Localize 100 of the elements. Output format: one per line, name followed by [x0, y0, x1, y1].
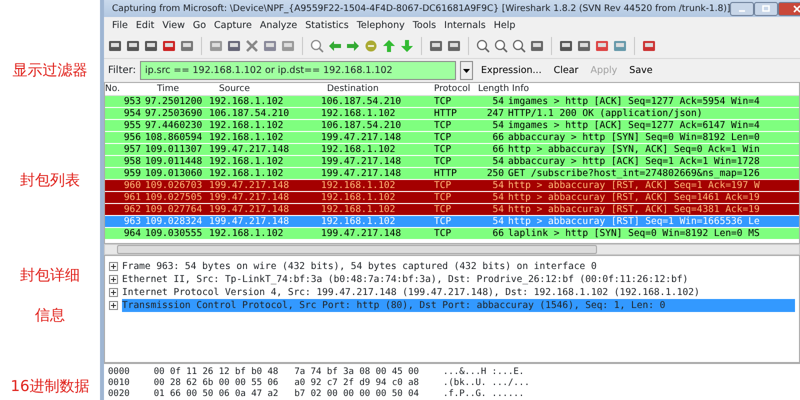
menu-item[interactable]: Capture [210, 17, 256, 34]
normal-size-icon[interactable] [512, 39, 526, 54]
detail-row[interactable]: Internet Protocol Version 4, Src: 199.47.217.148 (199.47.217.148), Dst: 192.168.1.102 (192.168.1.102) [105, 286, 799, 300]
table-cell-text: HTTP [434, 168, 458, 180]
horizontal-scrollbar[interactable] [104, 244, 800, 256]
column-header[interactable]: Info [508, 83, 799, 96]
column-header[interactable]: Protocol [434, 83, 478, 96]
table-cell-text: 956 [122, 132, 142, 144]
hex-bytes: 00 28 62 6b 00 00 55 06 [154, 378, 278, 389]
packet-row[interactable]: 954 97.2503690 106.187.54.210 192.168.1.102 HTTP 247 HTTP/1.1 200 OK (application/json) [105, 108, 799, 120]
table-cell-text: 109.026703 [145, 180, 204, 192]
table-cell-text: 192.168.1.102 [321, 180, 396, 192]
detail-row[interactable]: Ethernet II, Src: Tp-LinkT_74:bf:3a (b0:48:7a:74:bf:3a), Dst: Prodrive_26:12:bf (00:0f:11:26:12:bf) [105, 273, 799, 286]
packet-row[interactable]: 956 108.860594 192.168.1.102 199.47.217.148 TCP 66 abbaccuray > http [SYN] Seq=0 Win=8192 Len=0 [105, 132, 799, 144]
column-header[interactable]: Destination [321, 83, 434, 96]
column-header[interactable]: Time [145, 83, 209, 96]
table-cell-text: 955 [122, 120, 142, 132]
minimize-button[interactable] [730, 2, 754, 16]
table-cell-text: TCP [434, 228, 452, 240]
table-cell-text: 192.168.1.102 [209, 120, 284, 132]
table-cell-text: http > abbaccuray [RST, ACK] Seq=1 Ack=197 W [508, 180, 761, 192]
table-cell-text: abbaccuray > http [SYN] Seq=0 Win=8192 Len=0 [508, 132, 761, 144]
expand-icon[interactable] [109, 275, 118, 284]
filter-field[interactable]: ip.src == 192.168.1.102 or ip.dst== 192.168.1.102 [140, 61, 456, 80]
expand-icon[interactable] [109, 288, 118, 298]
table-cell-text: TCP [434, 192, 452, 204]
table-cell-text: TCP [434, 156, 452, 168]
annotation-label: 封包详细 [19, 265, 81, 285]
packet-row[interactable]: 961 109.027505 199.47.217.148 192.168.1.102 TCP 54 http > abbaccuray [RST, ACK] Seq=1461 Ack=19 [105, 192, 799, 204]
packet-row[interactable]: 960 109.026703 199.47.217.148 192.168.1.102 TCP 54 http > abbaccuray [RST, ACK] Seq=1 Ack=197 W [105, 180, 799, 192]
table-cell-text: 54 [492, 204, 505, 216]
table-cell-text: 106.187.54.210 [321, 96, 402, 108]
column-header[interactable]: Length [478, 83, 508, 96]
menu-item[interactable]: Tools [408, 17, 440, 34]
expand-icon[interactable] [109, 262, 118, 272]
table-cell-text: 192.168.1.102 [209, 96, 284, 108]
hex-bytes: 7a 74 bf 3a 08 00 45 00 [294, 367, 419, 378]
hex-offset: 0010 [108, 378, 130, 389]
back-icon[interactable] [328, 39, 342, 54]
packet-row[interactable]: 964 109.030555 192.168.1.102 199.47.217.148 TCP 66 laplink > http [SYN] Seq=0 Win=8192 Len=0 MS [105, 228, 799, 240]
table-cell-text: 199.47.217.148 [321, 168, 402, 180]
column-header[interactable]: No. [105, 83, 145, 96]
table-cell-text: http > abbaccuray [RST, ACK] Seq=4381 Ack=19 [508, 204, 761, 216]
dropdown-button[interactable] [460, 61, 473, 80]
table-cell-text: 960 [122, 180, 142, 192]
menu-item[interactable]: View [158, 17, 189, 34]
table-cell-text: 192.168.1.102 [209, 168, 284, 180]
table-cell-text: 54 [492, 156, 505, 168]
table-cell-text: TCP [434, 144, 452, 156]
menu-item[interactable]: Internals [440, 17, 490, 34]
packet-row[interactable]: 962 109.027764 199.47.217.148 192.168.1.102 TCP 54 http > abbaccuray [RST, ACK] Seq=4381 Ack=19 [105, 204, 799, 216]
column-header[interactable]: Source [209, 83, 321, 96]
menu-item[interactable]: Go [188, 17, 210, 34]
expand-icon[interactable] [109, 301, 118, 310]
table-cell-text: 959 [122, 168, 142, 180]
filter-button[interactable]: Expression... [476, 64, 546, 78]
table-cell-text: 192.168.1.102 [209, 156, 284, 168]
menu-item[interactable]: Analyze [256, 17, 302, 34]
menu-item[interactable]: Help [490, 17, 520, 34]
window-title: Capturing from Microsoft: \Device\NPF_{A9559F22-1504-4F4D-8067-DC61681A9F9C} [Wireshark 1.8.2 (SVN Rev 44520 from /trunk-1.8)] [112, 2, 730, 16]
table-cell-text: http > abbaccuray [SYN, ACK] Seq=0 Ack=1 Win [508, 144, 761, 156]
menu-item[interactable]: Telephony [352, 17, 409, 34]
table-cell-text: 54 [492, 120, 505, 132]
table-cell-text: 66 [492, 144, 505, 156]
table-cell-text: 192.168.1.102 [321, 204, 396, 216]
table-cell-text: TCP [434, 204, 452, 216]
packet-row[interactable]: 959 109.013060 192.168.1.102 199.47.217.148 HTTP 250 GET /subscribe?host_int=274802669&ns_map=126 [105, 168, 799, 180]
zoom-in-icon[interactable] [476, 39, 490, 54]
packet-row[interactable]: 957 109.011307 199.47.217.148 192.168.1.102 TCP 66 http > abbaccuray [SYN, ACK] Seq=0 Ack=1 Win [105, 144, 799, 156]
table-cell-text: 247 [486, 108, 505, 120]
search-icon[interactable] [310, 39, 324, 54]
close-icon[interactable] [245, 39, 259, 54]
forward-icon[interactable] [346, 39, 360, 54]
table-cell-text: 957 [122, 144, 142, 156]
packet-row[interactable]: 955 97.4460230 192.168.1.102 106.187.54.210 TCP 54 imgames > http [ACK] Seq=1277 Ack=6147 Win=4 [105, 120, 799, 132]
table-cell-text: 109.011448 [145, 156, 204, 168]
scrollbar-thumb[interactable] [117, 245, 597, 254]
table-cell-text: GET /subscribe?host_int=274802669&ns_map=126 [508, 168, 761, 180]
filter-button[interactable]: Save [625, 64, 657, 78]
packet-row[interactable]: 958 109.011448 192.168.1.102 199.47.217.148 TCP 54 abbaccuray > http [ACK] Seq=1 Ack=1 Win=1728 [105, 156, 799, 168]
annotation-label: 显示过滤器 [12, 60, 88, 80]
table-cell-text: http > abbaccuray [RST, ACK] Seq=1461 Ack=19 [508, 192, 761, 204]
table-cell-text: abbaccuray > http [ACK] Seq=1 Ack=1 Win=1728 [508, 156, 761, 168]
menu-item[interactable]: File [108, 17, 132, 34]
table-cell-text: 199.47.217.148 [209, 180, 290, 192]
table-cell-text: 109.027764 [145, 204, 204, 216]
table-cell-text: 199.47.217.148 [321, 156, 402, 168]
table-cell-text: TCP [434, 132, 452, 144]
table-cell-text: 192.168.1.102 [209, 132, 284, 144]
maximize-button[interactable] [754, 2, 778, 16]
filter-button[interactable]: Clear [550, 64, 582, 78]
menu-item[interactable]: Statistics [301, 17, 353, 34]
table-cell-text: HTTP/1.1 200 OK (application/json) [508, 108, 704, 120]
menu-item[interactable]: Edit [132, 17, 158, 34]
table-cell-text: 109.027505 [145, 192, 204, 204]
hex-bytes: b7 02 00 00 00 00 50 04 [294, 389, 419, 400]
detail-row[interactable]: Frame 963: 54 bytes on wire (432 bits), 54 bytes captured (432 bits) on interface 0 [105, 260, 799, 274]
zoom-out-icon[interactable] [494, 39, 508, 54]
table-cell-text: 963 [122, 216, 142, 228]
packet-row[interactable]: 953 97.2501200 192.168.1.102 106.187.54.210 TCP 54 imgames > http [ACK] Seq=1277 Ack=5954 Win=4 [105, 96, 799, 108]
